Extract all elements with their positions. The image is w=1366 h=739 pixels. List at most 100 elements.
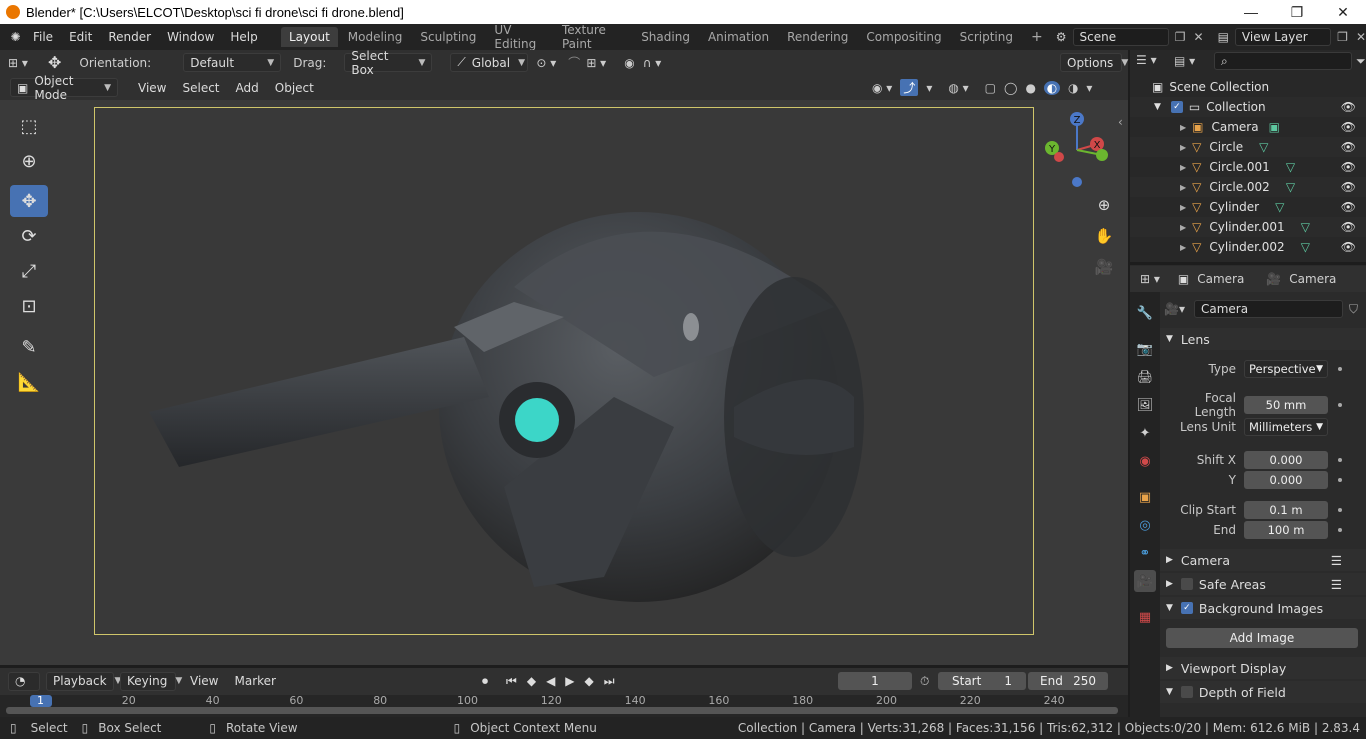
shift-y-field[interactable]: 0.000	[1244, 471, 1328, 489]
eye-icon[interactable]: 👁	[1341, 240, 1356, 254]
tab-layout[interactable]: Layout	[280, 27, 338, 47]
keyframe-dot[interactable]	[1338, 478, 1342, 482]
view-layer-field[interactable]: View Layer	[1234, 28, 1332, 46]
keyframe-dot[interactable]	[1338, 367, 1342, 371]
tab-scene[interactable]: ✦	[1134, 422, 1156, 444]
tab-compositing[interactable]: Compositing	[858, 27, 949, 47]
tab-object[interactable]: ▣	[1134, 486, 1156, 508]
expand-arrow-icon[interactable]: ▼	[1154, 102, 1161, 112]
minimize-button[interactable]: —	[1228, 0, 1274, 24]
drag-dropdown[interactable]: Select Box ▼	[344, 49, 433, 77]
outliner-search-input[interactable]: ⌕	[1214, 52, 1352, 70]
scene-remove-icon[interactable]: ✕	[1194, 30, 1204, 44]
camera-panel-header[interactable]: ▶ Camera ☰	[1160, 549, 1366, 571]
menu-file[interactable]: File	[25, 30, 61, 44]
tab-render[interactable]: 📷	[1134, 338, 1156, 360]
background-images-panel-header[interactable]: ▼ ✓ Background Images	[1160, 597, 1366, 619]
outliner-row-cylinder[interactable]: ▶ ▽ Cylinder ▽ 👁	[1130, 197, 1366, 217]
menu-edit[interactable]: Edit	[61, 30, 100, 44]
tab-tool[interactable]: 🔧	[1134, 302, 1156, 324]
eye-icon[interactable]: 👁	[1341, 180, 1356, 194]
background-images-checkbox[interactable]: ✓	[1180, 602, 1193, 614]
play-icon[interactable]: ▶	[565, 674, 574, 688]
timeline-editor-type[interactable]: ◔	[8, 671, 40, 691]
rendered-shading-icon[interactable]: ◑	[1068, 81, 1078, 95]
current-frame-field[interactable]: 1	[838, 672, 912, 690]
keyframe-dot[interactable]	[1338, 528, 1342, 532]
mesh-data-icon[interactable]: ▽	[1286, 180, 1295, 194]
annotate-tool-button[interactable]: ✎	[10, 331, 48, 363]
outliner-row-camera[interactable]: ▶ ▣ Camera ▣ 👁	[1130, 117, 1366, 137]
mode-dropdown[interactable]: ▣ Object Mode ▼	[10, 74, 118, 102]
end-frame-field[interactable]: End 250	[1028, 672, 1108, 690]
jump-start-icon[interactable]: ⏮	[506, 674, 517, 689]
outliner-row-scene-collection[interactable]: ▣ Scene Collection	[1130, 77, 1366, 97]
scene-field[interactable]: Scene	[1072, 28, 1169, 46]
move-tool-button[interactable]: ✥	[10, 185, 48, 217]
tab-view-layer[interactable]: 🖼	[1134, 394, 1156, 416]
camera-view-button[interactable]: 🎥	[1091, 254, 1117, 280]
menu-render[interactable]: Render	[100, 30, 159, 44]
gizmo-dropdown-icon[interactable]: ▾	[926, 81, 932, 95]
timeline-ruler[interactable]: 1 20 40 60 80 100 120 140 160 180 200 220 240	[0, 694, 1128, 717]
zoom-button[interactable]: ⊕	[1091, 192, 1117, 218]
outliner-row-cylinder-002[interactable]: ▶ ▽ Cylinder.002 ▽ 👁	[1130, 237, 1366, 257]
camera-data-icon[interactable]: ▣	[1269, 120, 1280, 134]
gizmo-neg-z-axis[interactable]	[1072, 177, 1082, 187]
outliner-row-circle-001[interactable]: ▶ ▽ Circle.001 ▽ 👁	[1130, 157, 1366, 177]
close-button[interactable]: ✕	[1320, 0, 1366, 24]
lens-unit-dropdown[interactable]: Millimeters ▼	[1244, 418, 1328, 436]
rotate-tool-button[interactable]: ⟳	[10, 220, 48, 252]
measure-tool-button[interactable]: 📐	[10, 366, 48, 398]
overlays-icon[interactable]: ◍ ▾	[948, 81, 968, 95]
eye-icon[interactable]: 👁	[1341, 160, 1356, 174]
menu-window[interactable]: Window	[159, 30, 222, 44]
falloff-icon[interactable]: ∩ ▾	[643, 56, 662, 70]
keyframe-dot[interactable]	[1338, 458, 1342, 462]
expand-arrow-icon[interactable]: ▶	[1180, 223, 1186, 232]
tab-sculpting[interactable]: Sculpting	[412, 27, 484, 47]
playback-menu[interactable]: Playback ▼	[46, 671, 121, 691]
add-workspace-button[interactable]: +	[1023, 26, 1051, 48]
marker-menu[interactable]: Marker	[226, 674, 283, 688]
proportional-edit-icon[interactable]: ◉	[624, 56, 634, 70]
blender-menu-icon[interactable]: ✺	[6, 30, 25, 44]
expand-arrow-icon[interactable]: ▶	[1180, 203, 1186, 212]
tab-physics[interactable]: ◎	[1134, 514, 1156, 536]
view-layer-copy-icon[interactable]: ❐	[1337, 30, 1348, 44]
eye-icon[interactable]: 👁	[1341, 140, 1356, 154]
cursor-tool-button[interactable]: ⊕	[10, 145, 48, 177]
outliner-row-circle[interactable]: ▶ ▽ Circle ▽ 👁	[1130, 137, 1366, 157]
keying-menu[interactable]: Keying ▼	[120, 671, 182, 691]
timeline-view-menu[interactable]: View	[182, 674, 226, 688]
presets-list-icon[interactable]: ☰	[1331, 553, 1342, 568]
mesh-data-icon[interactable]: ▽	[1259, 140, 1268, 154]
expand-arrow-icon[interactable]: ▶	[1180, 163, 1186, 172]
outliner-editor-type[interactable]: ☰ ▾	[1136, 53, 1157, 67]
transform-orientation-dropdown[interactable]: ⟋ Global ▼	[450, 53, 529, 72]
timeline-scrollbar[interactable]	[6, 707, 1118, 714]
drone-model[interactable]	[94, 107, 1034, 635]
mesh-data-icon[interactable]: ▽	[1275, 200, 1284, 214]
scene-icon[interactable]: ⚙	[1056, 30, 1067, 44]
clip-start-field[interactable]: 0.1 m	[1244, 501, 1328, 519]
eye-icon[interactable]: 👁	[1341, 200, 1356, 214]
next-keyframe-icon[interactable]: ◆	[585, 674, 594, 688]
maximize-button[interactable]: ❐	[1274, 0, 1320, 24]
tab-output[interactable]: 🖨	[1134, 366, 1156, 388]
eye-icon[interactable]: 👁	[1341, 120, 1356, 134]
visibility-icon[interactable]: ◉ ▾	[872, 81, 892, 95]
view-layer-icon[interactable]: ▤	[1218, 30, 1229, 44]
eye-icon[interactable]: 👁	[1341, 100, 1356, 114]
safe-areas-checkbox[interactable]	[1180, 578, 1193, 590]
menu-select[interactable]: Select	[174, 81, 227, 95]
tab-texture[interactable]: ▦	[1134, 606, 1156, 628]
focal-length-field[interactable]: 50 mm	[1244, 396, 1328, 414]
outliner-row-collection[interactable]: ▼ ✓ ▭ Collection 👁	[1130, 97, 1366, 117]
mesh-data-icon[interactable]: ▽	[1301, 220, 1310, 234]
snap-target-icon[interactable]: ⊞ ▾	[586, 56, 606, 70]
eye-icon[interactable]: 👁	[1341, 220, 1356, 234]
expand-arrow-icon[interactable]: ▶	[1180, 183, 1186, 192]
menu-add[interactable]: Add	[228, 81, 267, 95]
expand-arrow-icon[interactable]: ▶	[1180, 143, 1186, 152]
